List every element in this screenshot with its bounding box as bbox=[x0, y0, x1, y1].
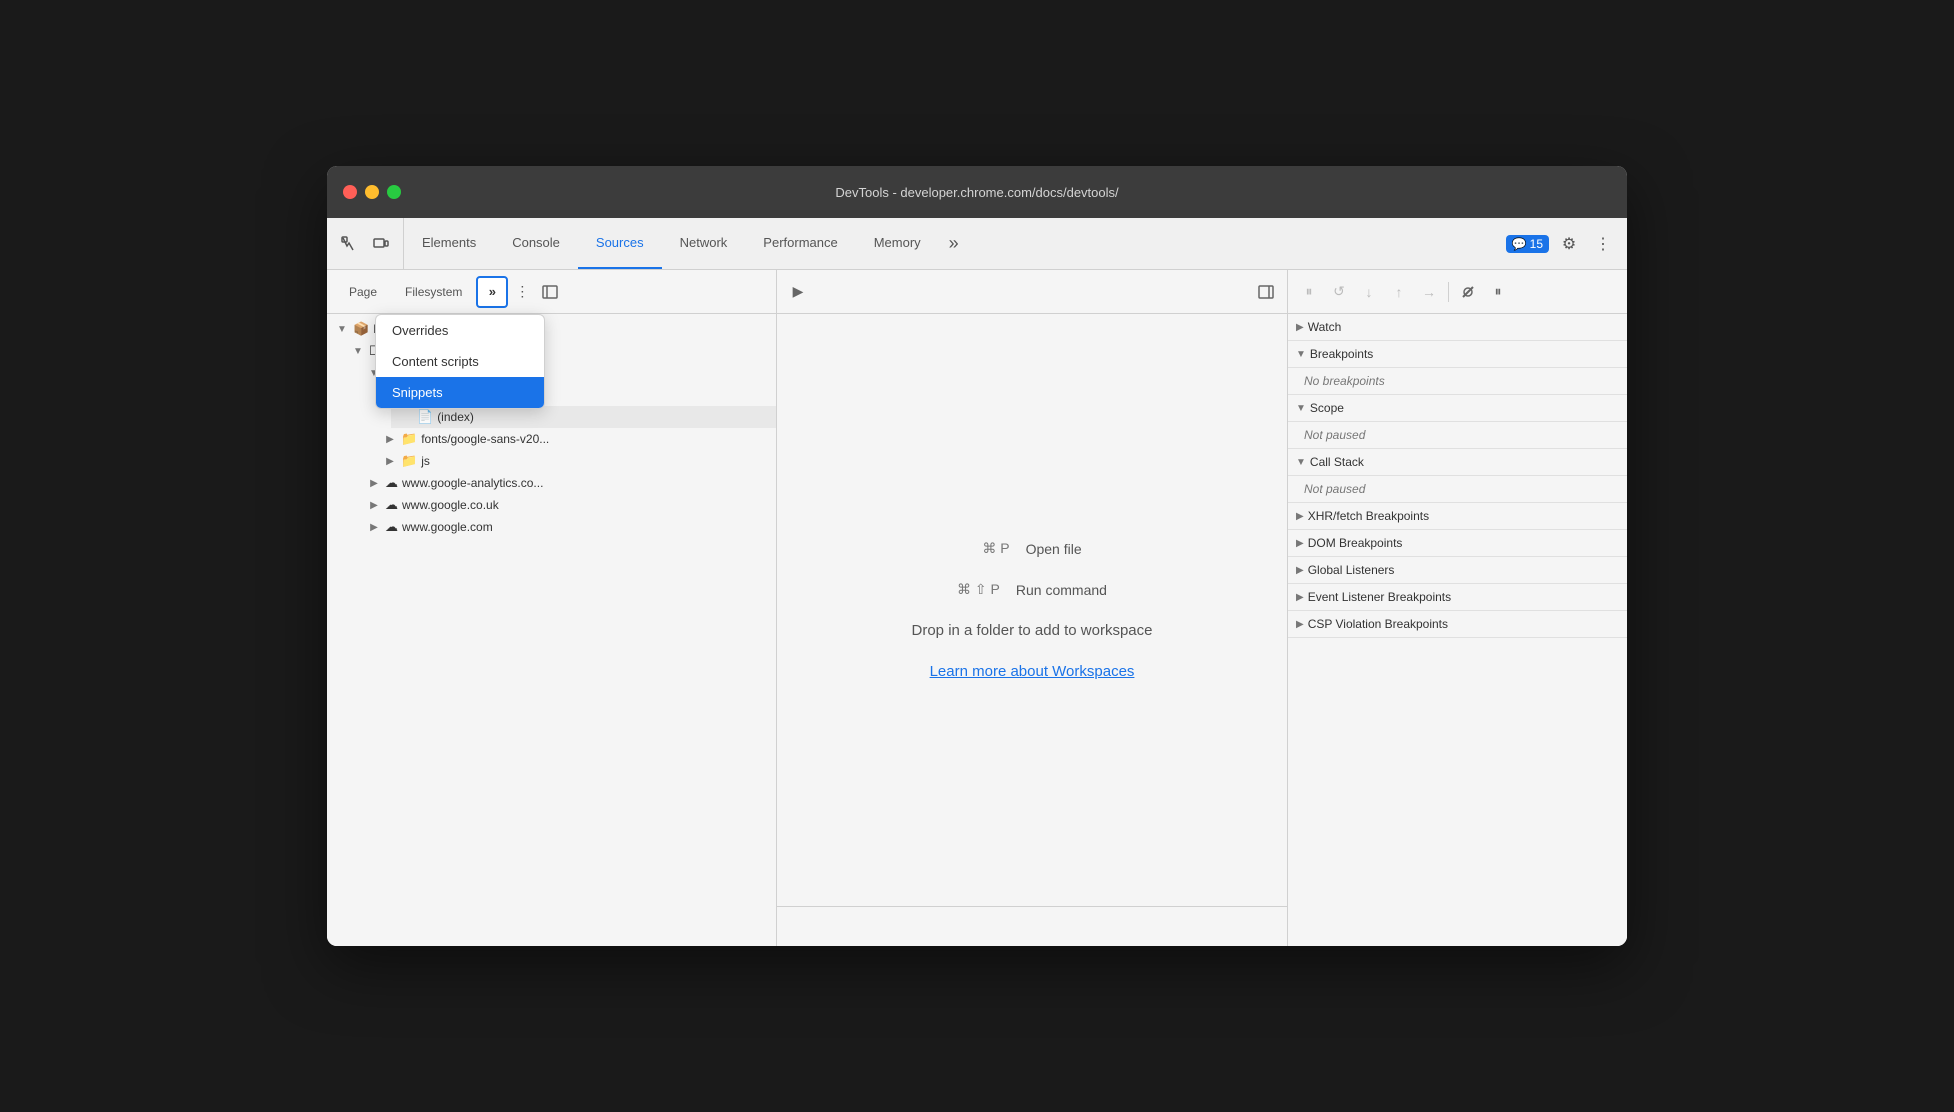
sub-tab-more-button[interactable]: » bbox=[476, 276, 508, 308]
devtools-body: Elements Console Sources Network Perform… bbox=[327, 218, 1627, 946]
devtools-window: DevTools - developer.chrome.com/docs/dev… bbox=[327, 166, 1627, 946]
customize-icon[interactable]: ⋮ bbox=[1589, 230, 1617, 258]
device-toolbar-icon[interactable] bbox=[367, 230, 395, 258]
more-tabs-button[interactable]: » bbox=[939, 218, 969, 269]
center-content: ⌘ P Open file ⌘ ⇧ P Run command Drop in … bbox=[777, 314, 1287, 906]
right-panel: ⏸ ↺ ↓ ↑ → ⏸ ▶ Watch bbox=[1287, 270, 1627, 946]
show-navigator-icon[interactable] bbox=[1253, 279, 1279, 305]
sub-tab-bar: Page Filesystem » ⋮ bbox=[327, 270, 776, 314]
section-csp-label: CSP Violation Breakpoints bbox=[1308, 617, 1448, 631]
sub-tab-dots-button[interactable]: ⋮ bbox=[508, 278, 536, 306]
section-xhr-header[interactable]: ▶ XHR/fetch Breakpoints bbox=[1288, 503, 1627, 530]
tree-item-js[interactable]: ▶ 📁 js bbox=[375, 450, 776, 472]
minimize-button[interactable] bbox=[365, 185, 379, 199]
drop-folder-text: Drop in a folder to add to workspace bbox=[912, 622, 1153, 639]
step-into-icon[interactable]: ↓ bbox=[1356, 279, 1382, 305]
pause-on-exceptions-icon[interactable]: ⏸ bbox=[1485, 279, 1511, 305]
shortcut-open-file: ⌘ P Open file bbox=[982, 540, 1081, 557]
top-tab-bar: Elements Console Sources Network Perform… bbox=[327, 218, 1627, 270]
tab-network[interactable]: Network bbox=[662, 218, 746, 269]
center-toolbar: ▶ bbox=[777, 270, 1287, 314]
toolbar-separator bbox=[1448, 282, 1449, 302]
section-xhr-label: XHR/fetch Breakpoints bbox=[1308, 509, 1429, 523]
tree-item-index[interactable]: ▶ 📄 (index) bbox=[391, 406, 776, 428]
step-icon[interactable]: → bbox=[1416, 279, 1442, 305]
section-scope-content: Not paused bbox=[1288, 422, 1627, 449]
section-breakpoints-header[interactable]: ▼ Breakpoints bbox=[1288, 341, 1627, 368]
bottom-bar bbox=[777, 906, 1287, 946]
dropdown-content-scripts[interactable]: Content scripts bbox=[376, 346, 544, 377]
dropdown-menu: Overrides Content scripts Snippets bbox=[375, 314, 545, 409]
right-toolbar: ⏸ ↺ ↓ ↑ → ⏸ bbox=[1288, 270, 1627, 314]
center-panel: ▶ ⌘ P Open file ⌘ ⇧ P bbox=[777, 270, 1287, 946]
tree-item-google-com[interactable]: ▶ ☁ www.google.com bbox=[359, 516, 776, 538]
section-event-header[interactable]: ▶ Event Listener Breakpoints bbox=[1288, 584, 1627, 611]
main-tabs: Elements Console Sources Network Perform… bbox=[404, 218, 1496, 269]
tree-item-google-couk[interactable]: ▶ ☁ www.google.co.uk bbox=[359, 494, 776, 516]
right-content: ▶ Watch ▼ Breakpoints No breakpoints ▼ S… bbox=[1288, 314, 1627, 946]
section-global-label: Global Listeners bbox=[1308, 563, 1395, 577]
tree-item-google-analytics[interactable]: ▶ ☁ www.google-analytics.co... bbox=[359, 472, 776, 494]
shortcut-run-command: ⌘ ⇧ P Run command bbox=[957, 581, 1107, 598]
tab-bar-icons bbox=[327, 218, 404, 269]
section-callstack-label: Call Stack bbox=[1310, 455, 1364, 469]
section-scope-label: Scope bbox=[1310, 401, 1344, 415]
sub-tab-filesystem[interactable]: Filesystem bbox=[391, 270, 476, 314]
section-event-label: Event Listener Breakpoints bbox=[1308, 590, 1451, 604]
shortcut-open-action: Open file bbox=[1026, 541, 1082, 557]
window-title: DevTools - developer.chrome.com/docs/dev… bbox=[835, 185, 1118, 200]
learn-workspaces-link[interactable]: Learn more about Workspaces bbox=[930, 663, 1135, 680]
shortcut-run-action: Run command bbox=[1016, 582, 1107, 598]
section-global-header[interactable]: ▶ Global Listeners bbox=[1288, 557, 1627, 584]
maximize-button[interactable] bbox=[387, 185, 401, 199]
inspect-element-icon[interactable] bbox=[335, 230, 363, 258]
tree-item-fonts[interactable]: ▶ 📁 fonts/google-sans-v20... bbox=[375, 428, 776, 450]
section-callstack-content: Not paused bbox=[1288, 476, 1627, 503]
step-over-icon[interactable]: ↺ bbox=[1326, 279, 1352, 305]
tab-memory[interactable]: Memory bbox=[856, 218, 939, 269]
tab-console[interactable]: Console bbox=[494, 218, 578, 269]
content-area: Page Filesystem » ⋮ bbox=[327, 270, 1627, 946]
tab-bar-right: 💬 15 ⚙ ⋮ bbox=[1496, 218, 1627, 269]
section-breakpoints-label: Breakpoints bbox=[1310, 347, 1373, 361]
traffic-lights bbox=[343, 185, 401, 199]
titlebar: DevTools - developer.chrome.com/docs/dev… bbox=[327, 166, 1627, 218]
step-out-icon[interactable]: ↑ bbox=[1386, 279, 1412, 305]
section-watch-label: Watch bbox=[1308, 320, 1342, 334]
section-dom-label: DOM Breakpoints bbox=[1308, 536, 1403, 550]
tab-sources[interactable]: Sources bbox=[578, 218, 662, 269]
section-callstack-header[interactable]: ▼ Call Stack bbox=[1288, 449, 1627, 476]
settings-icon[interactable]: ⚙ bbox=[1555, 230, 1583, 258]
dropdown-overrides[interactable]: Overrides bbox=[376, 315, 544, 346]
console-messages-badge[interactable]: 💬 15 bbox=[1506, 235, 1549, 253]
shortcut-open-keys: ⌘ P bbox=[982, 540, 1009, 557]
shortcut-run-keys: ⌘ ⇧ P bbox=[957, 581, 1000, 598]
left-panel: Page Filesystem » ⋮ bbox=[327, 270, 777, 946]
tab-elements[interactable]: Elements bbox=[404, 218, 494, 269]
deactivate-breakpoints-icon[interactable] bbox=[1455, 279, 1481, 305]
tab-performance[interactable]: Performance bbox=[745, 218, 855, 269]
section-scope-header[interactable]: ▼ Scope bbox=[1288, 395, 1627, 422]
sub-tab-page[interactable]: Page bbox=[335, 270, 391, 314]
close-button[interactable] bbox=[343, 185, 357, 199]
dropdown-snippets[interactable]: Snippets bbox=[376, 377, 544, 408]
section-csp-header[interactable]: ▶ CSP Violation Breakpoints bbox=[1288, 611, 1627, 638]
section-dom-header[interactable]: ▶ DOM Breakpoints bbox=[1288, 530, 1627, 557]
section-watch-header[interactable]: ▶ Watch bbox=[1288, 314, 1627, 341]
section-breakpoints-content: No breakpoints bbox=[1288, 368, 1627, 395]
run-icon[interactable]: ▶ bbox=[785, 279, 811, 305]
hide-sidebar-button[interactable] bbox=[536, 278, 564, 306]
pause-icon[interactable]: ⏸ bbox=[1296, 279, 1322, 305]
